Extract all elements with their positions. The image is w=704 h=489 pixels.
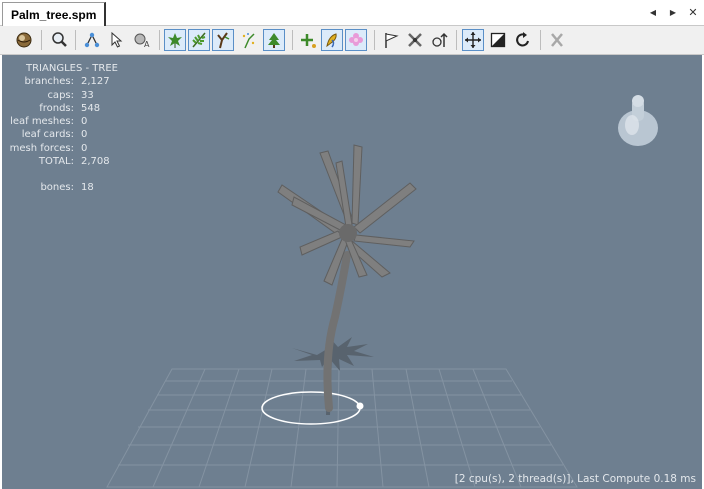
leaf-icon[interactable] (164, 29, 186, 51)
view-gizmo-icon (618, 95, 658, 146)
bones-icon[interactable] (404, 29, 426, 51)
frond-icon[interactable] (188, 29, 210, 51)
tab-next-icon[interactable]: ▶ (666, 4, 680, 20)
tab-bar: Palm_tree.spm ◀ ▶ ✕ (0, 0, 704, 26)
zoom-view-icon[interactable] (48, 29, 70, 51)
rotate-icon[interactable] (512, 29, 534, 51)
tree-icon[interactable] (263, 29, 285, 51)
scale-icon[interactable] (487, 29, 509, 51)
flower-icon[interactable] (345, 29, 367, 51)
stats-row: leaf meshes: 0 (10, 116, 88, 128)
stats-row: leaf cards: 0 (21, 129, 88, 141)
tab-controls: ◀ ▶ ✕ (646, 4, 700, 20)
brush-icon[interactable] (321, 29, 343, 51)
node-tree-icon[interactable] (81, 29, 103, 51)
tab-title: Palm_tree.spm (11, 7, 97, 22)
stats-row-bones: bones: 18 (40, 182, 94, 194)
tab-close-icon[interactable]: ✕ (686, 4, 700, 20)
flag-icon[interactable] (380, 29, 402, 51)
select-cursor-icon[interactable] (106, 29, 128, 51)
triangle-stats: TRIANGLES - TREE branches: 2,127 caps: 33 … (2, 62, 118, 195)
tab-document[interactable]: Palm_tree.spm (2, 2, 107, 26)
stats-row: caps: 33 (47, 89, 94, 101)
branch-icon[interactable] (212, 29, 234, 51)
selection-ring (261, 391, 361, 425)
frond-crown (339, 224, 357, 242)
tab-prev-icon[interactable]: ◀ (646, 4, 660, 20)
add-node-icon[interactable] (297, 29, 319, 51)
stats-row-total: TOTAL: 2,708 (38, 156, 110, 168)
toolbar: A (0, 26, 704, 55)
svg-text:A: A (144, 40, 150, 49)
3d-viewport[interactable]: TRIANGLES - TREE branches: 2,127 caps: 33 … (2, 55, 702, 489)
ring-handle (356, 402, 364, 410)
stats-row: branches: 2,127 (24, 76, 110, 88)
collision-icon[interactable]: A (131, 29, 153, 51)
move-icon[interactable] (462, 29, 484, 51)
forces-icon[interactable] (429, 29, 451, 51)
editor-window: Palm_tree.spm ◀ ▶ ✕ A TRIANGLES - TREE b… (0, 0, 704, 489)
sparkle-branch-icon[interactable] (238, 29, 260, 51)
stats-header: TRIANGLES - TREE (26, 63, 118, 74)
sphere-render-icon[interactable] (13, 29, 35, 51)
delete-x-icon[interactable] (546, 29, 568, 51)
compute-status: [2 cpu(s), 2 thread(s)], Last Compute 0.… (454, 473, 696, 485)
stats-row: fronds: 548 (39, 102, 101, 114)
ground-grid (106, 368, 578, 488)
stats-row: mesh forces: 0 (9, 142, 88, 154)
